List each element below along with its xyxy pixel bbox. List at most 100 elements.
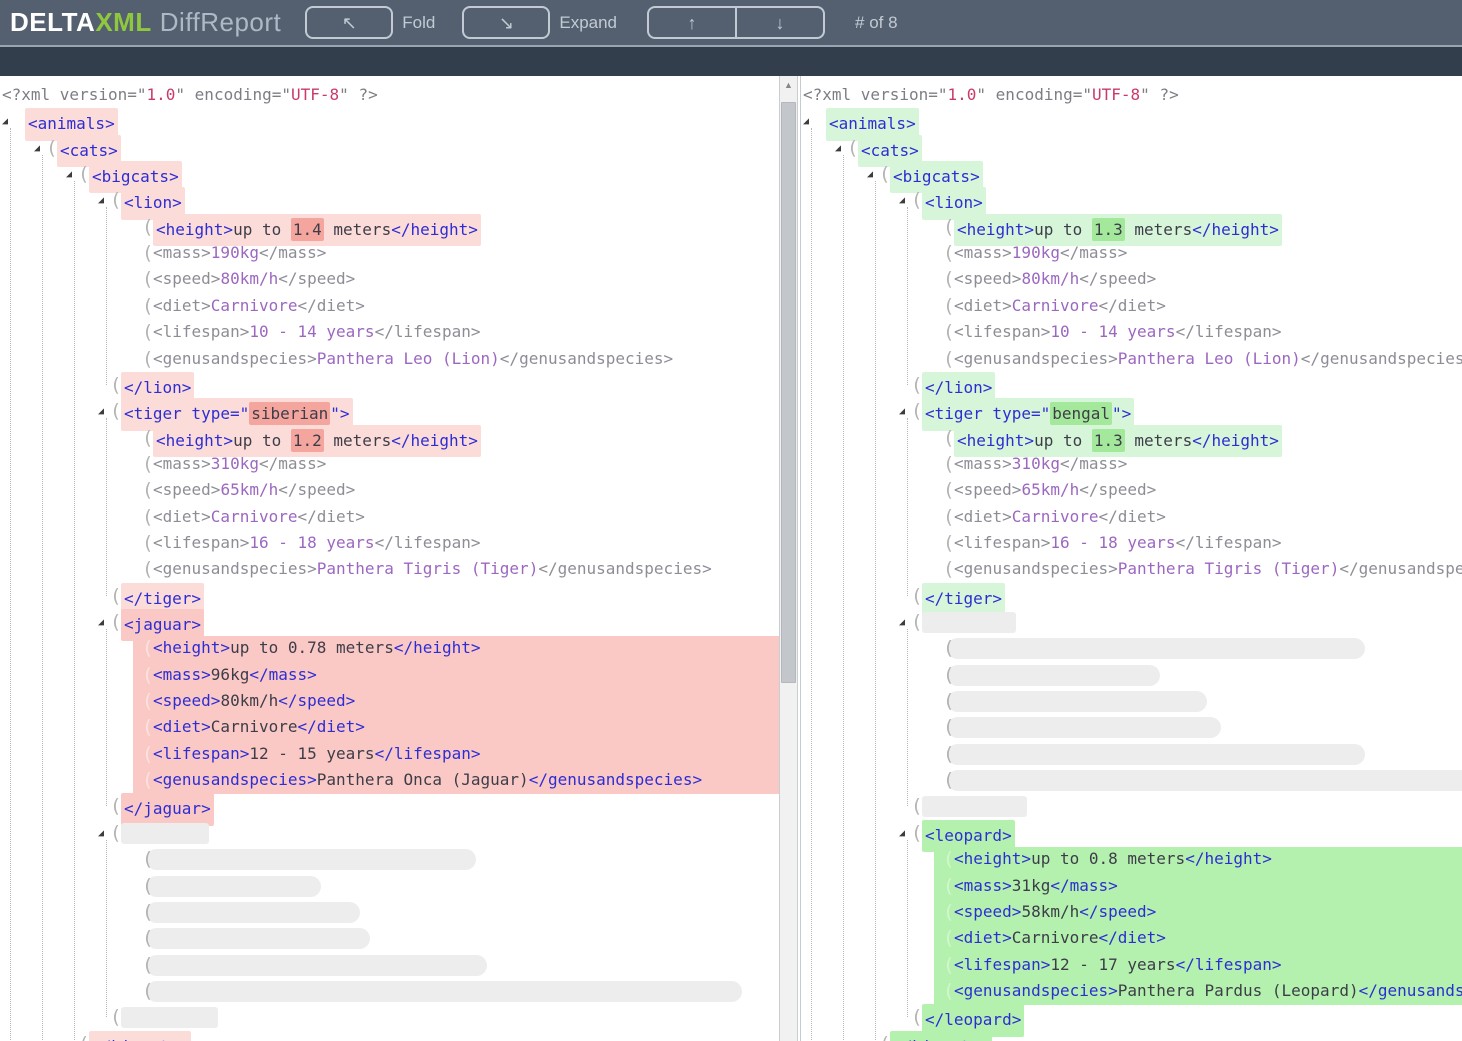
xml-token: </genusandspecies> [1339,559,1462,578]
fold-hook-icon: ( [142,925,153,951]
xml-token: 16 - 18 years [1050,533,1175,552]
xml-code-line: <speed>80km/h</speed> [153,688,355,714]
xml-token: Carnivore [211,296,298,315]
xml-token: </speed> [278,269,355,288]
fold-hook-icon: ( [943,635,954,661]
previous-diff-button[interactable]: ↑ [649,8,737,37]
brand-delta: DELTA [10,7,95,37]
tree-expander-icon[interactable]: ◢ [98,399,104,425]
xml-token: UTF-8 [291,85,339,104]
xml-row: (<mass>310kg</mass> [801,451,1462,478]
xml-row: (<lifespan>12 - 15 years</lifespan> [0,741,779,768]
xml-code-line: <genusandspecies>Panthera Leo (Lion)</ge… [954,346,1462,372]
xml-token: </bigcats> [893,1037,989,1041]
xml-token: meters [324,431,391,450]
xml-row: ◢(<jaguar> [0,609,779,636]
tree-expander-icon[interactable]: ◢ [98,821,104,847]
fold-button[interactable]: ↖ [305,6,393,39]
xml-row: (<speed>80km/h</speed> [0,266,779,293]
xml-token: Carnivore [1012,928,1099,947]
fold-hook-icon: ( [142,741,153,767]
scrollbar-thumb[interactable] [781,102,796,683]
xml-token: </lifespan> [1176,322,1282,341]
xml-token: up to [233,220,291,239]
tree-expander-icon[interactable]: ◢ [2,109,8,135]
xml-code-line: <mass>31kg</mass> [954,873,1118,899]
result-xml-pane[interactable]: <?xml version="1.0" encoding="UTF-8" ?>◢… [800,76,1462,1041]
xml-token: <mass> [153,243,211,262]
app-logo: DELTAXMLDiffReport [10,7,281,38]
collapsed-placeholder [922,796,1027,817]
xml-token: <speed> [153,480,220,499]
xml-code-line: <lifespan>10 - 14 years</lifespan> [954,319,1282,345]
xml-token: up to [1034,431,1092,450]
xml-token: Carnivore [211,507,298,526]
xml-token: </tiger> [925,589,1002,608]
left-pane-scrollbar[interactable]: ▲ [779,76,798,1041]
xml-code-line: <mass>190kg</mass> [153,240,326,266]
fold-hook-icon: ( [142,319,153,345]
xml-code-line: <lifespan>12 - 17 years</lifespan> [954,952,1282,978]
diff-nav-group: ↑ ↓ [647,6,825,39]
fold-hook-icon: ( [142,240,153,266]
tree-expander-icon[interactable]: ◢ [835,136,841,162]
xml-token: <bigcats> [893,167,980,186]
xml-row: (</tiger> [0,583,779,610]
tree-expander-icon[interactable]: ◢ [66,162,72,188]
tree-expander-icon[interactable]: ◢ [98,610,104,636]
xml-token: 310kg [211,454,259,473]
tree-expander-icon[interactable]: ◢ [899,188,905,214]
tree-expander-icon[interactable]: ◢ [899,399,905,425]
xml-token: <height> [153,638,230,657]
xml-token: <mass> [954,454,1012,473]
xml-token: <lifespan> [153,744,249,763]
xml-code-line: <lifespan>10 - 14 years</lifespan> [153,319,481,345]
xml-token: siberian [249,402,330,425]
fold-hook-icon: ( [142,346,153,372]
source-xml-pane[interactable]: <?xml version="1.0" encoding="UTF-8" ?>◢… [0,76,779,1041]
xml-row: ◢(<lion> [801,187,1462,214]
tree-expander-icon[interactable]: ◢ [899,610,905,636]
xml-token: 1.3 [1092,429,1125,452]
xml-token: " encoding=" [175,85,291,104]
fold-hook-icon: ( [110,793,121,819]
tree-expander-icon[interactable]: ◢ [803,109,809,135]
xml-token: <diet> [153,507,211,526]
xml-token: </height> [1192,431,1279,450]
xml-token: </lifespan> [1176,533,1282,552]
xml-code-line: <diet>Carnivore</diet> [153,714,365,740]
xml-token: <mass> [153,454,211,473]
xml-token: meters [1125,431,1192,450]
tree-expander-icon[interactable]: ◢ [867,162,873,188]
collapsed-placeholder [146,955,487,976]
xml-row: ( [0,846,779,873]
fold-hook-icon: ( [911,1004,922,1030]
xml-token: </speed> [278,691,355,710]
fold-hook-icon: ( [142,767,153,793]
tree-expander-icon[interactable]: ◢ [98,188,104,214]
xml-token: <lifespan> [954,533,1050,552]
xml-token: 190kg [1012,243,1060,262]
fold-hook-icon: ( [110,583,121,609]
scrollbar-up-button[interactable]: ▲ [780,76,797,94]
expand-button[interactable]: ↘ [462,6,550,39]
xml-row: (</lion> [801,372,1462,399]
fold-hook-icon: ( [847,135,858,161]
xml-row: (<mass>96kg</mass> [0,662,779,689]
tree-expander-icon[interactable]: ◢ [899,821,905,847]
collapsed-placeholder [121,823,209,844]
next-diff-button[interactable]: ↓ [737,8,823,37]
xml-token: </genusandspecies> [529,770,702,789]
xml-row: (<diet>Carnivore</diet> [0,714,779,741]
fold-hook-icon: ( [142,214,153,240]
tree-expander-icon[interactable]: ◢ [34,136,40,162]
xml-row: (</tiger> [801,583,1462,610]
xml-row: ( [801,741,1462,768]
xml-token: " ?> [1140,85,1179,104]
xml-token: <animals> [829,114,916,133]
xml-row: (</jaguar> [0,793,779,820]
xml-token: </diet> [1099,296,1166,315]
fold-hook-icon: ( [142,477,153,503]
xml-token: 10 - 14 years [1050,322,1175,341]
xml-token: meters [324,220,391,239]
